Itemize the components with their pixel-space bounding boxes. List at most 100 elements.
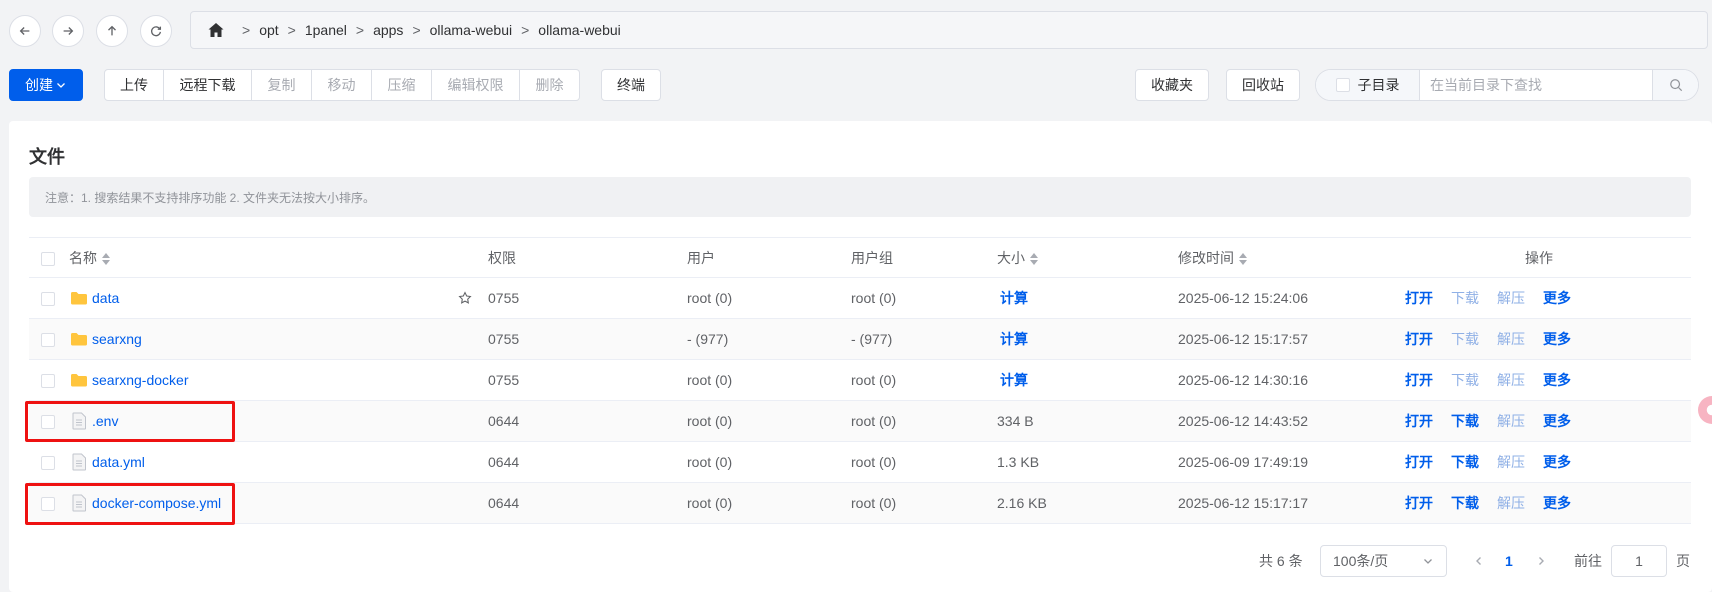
- extract-action[interactable]: 解压: [1497, 329, 1525, 349]
- open-action[interactable]: 打开: [1405, 493, 1433, 513]
- sort-icon[interactable]: [1029, 252, 1039, 266]
- header-size[interactable]: 大小: [997, 237, 1178, 278]
- table-row[interactable]: searxng 0755- (977) - (977) 计算 2025-06-12 15…: [29, 318, 1691, 360]
- terminal-label: 终端: [617, 77, 645, 93]
- search-button[interactable]: [1652, 70, 1698, 100]
- table-row[interactable]: searxng-docker 0755 root (0) root (0) 计算 2025…: [29, 359, 1691, 401]
- file-name-link[interactable]: data: [92, 290, 119, 306]
- mtime-cell: 2025-06-12 15:17:57: [1178, 318, 1387, 360]
- more-action[interactable]: 更多: [1543, 493, 1571, 513]
- extract-action[interactable]: 解压: [1497, 411, 1525, 431]
- table-row[interactable]: data 0755 root (0) root (0) 计算 2025-06-12 15:…: [29, 277, 1691, 319]
- download-action[interactable]: 下载: [1451, 452, 1479, 472]
- remote-download-button[interactable]: 远程下载: [164, 69, 252, 101]
- folder-icon: [69, 329, 89, 349]
- forward-button[interactable]: [52, 15, 84, 47]
- terminal-button[interactable]: 终端: [601, 69, 661, 101]
- calculate-size-link[interactable]: 计算: [997, 372, 1028, 388]
- breadcrumb-item-ollama-webui-current[interactable]: ollama-webui: [538, 22, 620, 38]
- calculate-size-link[interactable]: 计算: [997, 331, 1028, 347]
- copy-button[interactable]: 复制: [252, 69, 312, 101]
- file-name-link[interactable]: searxng-docker: [92, 372, 189, 388]
- row-checkbox[interactable]: [41, 292, 55, 307]
- edit-permission-button[interactable]: 编辑权限: [432, 69, 520, 101]
- name-cell: searxng-docker: [69, 359, 488, 401]
- table-row[interactable]: .env 0644 root (0) root (0) 334 B 2025-06-12 …: [29, 400, 1691, 442]
- calculate-size-link[interactable]: 计算: [997, 290, 1028, 306]
- compress-button[interactable]: 压缩: [372, 69, 432, 101]
- breadcrumb-item-apps[interactable]: apps: [373, 22, 403, 38]
- more-action[interactable]: 更多: [1543, 329, 1571, 349]
- more-action[interactable]: 更多: [1543, 288, 1571, 308]
- more-action[interactable]: 更多: [1543, 411, 1571, 431]
- size-value: 1.3 KB: [997, 454, 1040, 470]
- open-action[interactable]: 打开: [1405, 411, 1433, 431]
- header-operations-label: 操作: [1525, 249, 1553, 266]
- file-name-link[interactable]: docker-compose.yml: [92, 495, 221, 511]
- open-action[interactable]: 打开: [1405, 288, 1433, 308]
- create-button[interactable]: 创建: [9, 69, 83, 101]
- home-icon[interactable]: [207, 21, 225, 39]
- select-all-checkbox[interactable]: [41, 251, 55, 266]
- goto-page-input[interactable]: 1: [1611, 545, 1667, 577]
- header-mtime[interactable]: 修改时间: [1178, 237, 1387, 278]
- up-button[interactable]: [96, 15, 128, 47]
- prev-page-button[interactable]: [1473, 545, 1485, 577]
- extract-action[interactable]: 解压: [1497, 370, 1525, 390]
- star-icon[interactable]: [458, 291, 472, 305]
- page-number-1[interactable]: 1: [1505, 545, 1513, 577]
- size-cell: 1.3 KB: [997, 441, 1178, 483]
- subdirectory-checkbox[interactable]: [1335, 78, 1350, 92]
- extract-action[interactable]: 解压: [1497, 493, 1525, 513]
- breadcrumb-item-1panel[interactable]: 1panel: [305, 22, 347, 38]
- open-action[interactable]: 打开: [1405, 370, 1433, 390]
- open-action[interactable]: 打开: [1405, 452, 1433, 472]
- file-name-link[interactable]: searxng: [92, 331, 142, 347]
- row-checkbox[interactable]: [41, 456, 55, 471]
- breadcrumb-separator: >: [355, 22, 365, 38]
- sort-icon[interactable]: [101, 252, 111, 266]
- download-action[interactable]: 下载: [1451, 329, 1479, 349]
- row-checkbox[interactable]: [41, 415, 55, 430]
- table-row[interactable]: data.yml 0644 root (0) root (0) 1.3 KB 2025-0…: [29, 441, 1691, 483]
- favorites-button[interactable]: 收藏夹: [1135, 69, 1209, 101]
- back-button[interactable]: [9, 15, 41, 47]
- file-name-link[interactable]: data.yml: [92, 454, 145, 470]
- delete-button[interactable]: 删除: [520, 69, 580, 101]
- open-action[interactable]: 打开: [1405, 329, 1433, 349]
- subdirectory-toggle[interactable]: 子目录: [1316, 70, 1420, 100]
- permission-cell: 0755: [488, 359, 687, 401]
- page-size-select[interactable]: 100条/页: [1320, 545, 1447, 577]
- chevron-right-icon: [1539, 557, 1544, 565]
- row-select-cell: [29, 359, 69, 401]
- move-button[interactable]: 移动: [312, 69, 372, 101]
- upload-button[interactable]: 上传: [104, 69, 164, 101]
- name-cell: .env: [69, 400, 488, 442]
- group-cell: root (0): [851, 482, 997, 524]
- extract-action[interactable]: 解压: [1497, 452, 1525, 472]
- row-checkbox[interactable]: [41, 497, 55, 512]
- search-input[interactable]: [1420, 70, 1652, 100]
- more-action[interactable]: 更多: [1543, 370, 1571, 390]
- breadcrumb-item-opt[interactable]: opt: [259, 22, 278, 38]
- row-checkbox[interactable]: [41, 333, 55, 348]
- file-name-link[interactable]: .env: [92, 413, 118, 429]
- refresh-button[interactable]: [140, 15, 172, 47]
- next-page-button[interactable]: [1535, 545, 1547, 577]
- sort-icon[interactable]: [1238, 252, 1248, 266]
- extract-action[interactable]: 解压: [1497, 288, 1525, 308]
- row-checkbox[interactable]: [41, 374, 55, 389]
- download-action[interactable]: 下载: [1451, 411, 1479, 431]
- download-action[interactable]: 下载: [1451, 493, 1479, 513]
- table-row[interactable]: docker-compose.yml 0644 root (0) root (0) 2.…: [29, 482, 1691, 524]
- recycle-bin-button[interactable]: 回收站: [1226, 69, 1300, 101]
- breadcrumb-item-ollama-webui[interactable]: ollama-webui: [430, 22, 512, 38]
- header-group-label: 用户组: [851, 249, 893, 266]
- row-select-cell: [29, 400, 69, 442]
- move-label: 移动: [327, 77, 356, 93]
- more-action[interactable]: 更多: [1543, 452, 1571, 472]
- download-action[interactable]: 下载: [1451, 288, 1479, 308]
- download-action[interactable]: 下载: [1451, 370, 1479, 390]
- assistant-icon: [1706, 404, 1712, 416]
- header-name[interactable]: 名称: [69, 237, 488, 278]
